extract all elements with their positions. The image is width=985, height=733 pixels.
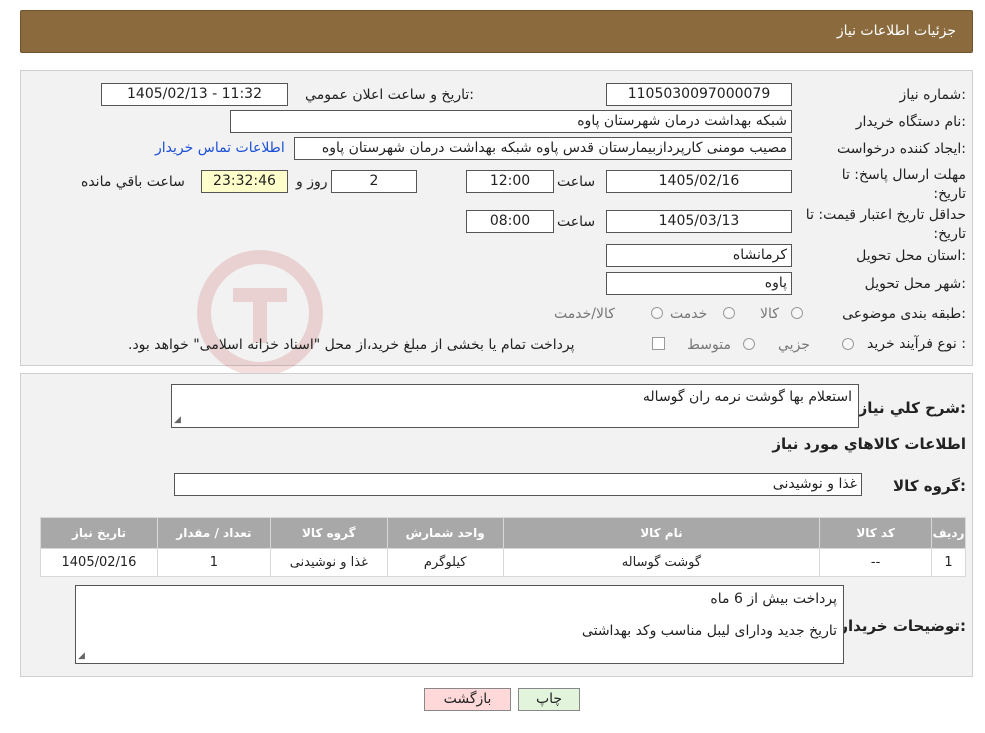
need-number-field: 1105030097000079	[606, 83, 792, 106]
creator-field: مصیب مومنی کارپردازبیمارستان قدس پاوه شب…	[294, 137, 792, 160]
table-row: 1 -- گوشت گوساله کيلوگرم غذا و نوشيدنی 1…	[40, 548, 966, 577]
buyer-notes-label: توضيحات خريدار:	[839, 617, 966, 635]
validity-label: حداقل تاريخ اعتبار قيمت: تا تاريخ:	[805, 207, 966, 242]
page-header: جزئیات اطلاعات نیاز	[20, 10, 973, 53]
process-option-medium: متوسط	[687, 337, 731, 353]
category-option-service: خدمت	[670, 306, 708, 322]
buyer-notes-line-1: پرداخت بیش از 6 ماه	[710, 591, 837, 607]
print-button[interactable]: چاپ	[518, 688, 580, 711]
province-label: استان محل تحويل:	[856, 248, 966, 264]
days-label: روز و	[296, 174, 328, 190]
category-option-goods-service: کالا/خدمت	[554, 306, 615, 322]
cell-unit: کيلوگرم	[386, 548, 504, 577]
process-label: نوع فرآيند خريد :	[867, 336, 966, 352]
province-field: کرمانشاه	[606, 244, 792, 267]
deadline-date-field: 1405/02/16	[606, 170, 792, 193]
cell-qty: 1	[156, 548, 271, 577]
buyer-notes-line-2: تاریخ جدید ودارای لیبل مناسب وکد بهداشتی	[581, 623, 837, 639]
category-radio-goods[interactable]	[791, 307, 803, 319]
col-name: نام کالا	[502, 517, 821, 549]
col-unit: واحد شمارش	[386, 517, 504, 549]
items-table: رديف کد کالا نام کالا واحد شمارش گروه کا…	[40, 517, 966, 577]
cell-group: غذا و نوشيدنی	[269, 548, 388, 577]
page-title: جزئیات اطلاعات نیاز	[836, 23, 956, 39]
announce-label: تاريخ و ساعت اعلان عمومي:	[305, 87, 474, 103]
remaining-time-field: 23:32:46	[201, 170, 288, 193]
announce-field: 1405/02/13 - 11:32	[101, 83, 288, 106]
col-group: گروه کالا	[269, 517, 388, 549]
need-number-label: شماره نیاز:	[899, 87, 966, 103]
process-radio-minor[interactable]	[842, 338, 854, 350]
group-label: گروه کالا:	[893, 477, 966, 495]
col-date: تاريخ نياز	[40, 517, 158, 549]
cell-date: 1405/02/16	[40, 548, 158, 577]
creator-label: ايجاد کننده درخواست:	[837, 141, 966, 157]
description-textarea: استعلام بها گوشت نرمه ران گوساله ◢	[171, 384, 859, 428]
col-qty: تعداد / مقدار	[156, 517, 271, 549]
buyer-field: شبکه بهداشت درمان شهرستان پاوه	[230, 110, 792, 133]
category-radio-service[interactable]	[723, 307, 735, 319]
resize-handle-icon: ◢	[174, 415, 181, 425]
table-header-row: رديف کد کالا نام کالا واحد شمارش گروه کا…	[40, 517, 966, 549]
validity-date-field: 1405/03/13	[606, 210, 792, 233]
remaining-label: ساعت باقي مانده	[81, 174, 185, 190]
days-field: 2	[331, 170, 417, 193]
items-section-title: اطلاعات کالاهاي مورد نياز	[772, 435, 966, 453]
validity-time-label: ساعت	[557, 214, 596, 230]
process-radio-medium[interactable]	[743, 338, 755, 350]
deadline-time-label: ساعت	[557, 174, 596, 190]
treasury-checkbox[interactable]	[652, 337, 665, 350]
cell-code: --	[819, 548, 933, 577]
description-text: استعلام بها گوشت نرمه ران گوساله	[642, 389, 852, 405]
col-row: رديف	[931, 517, 966, 549]
description-label: شرح کلي نياز:	[858, 399, 966, 417]
deadline-time-field: 12:00	[466, 170, 554, 193]
cell-name: گوشت گوساله	[502, 548, 821, 577]
col-code: کد کالا	[819, 517, 933, 549]
treasury-note: پرداخت تمام يا بخشی از مبلغ خريد،از محل …	[128, 337, 575, 353]
process-option-minor: جزيي	[778, 337, 810, 353]
category-option-goods: کالا	[760, 306, 779, 322]
buyer-contact-link[interactable]: اطلاعات تماس خريدار	[155, 140, 285, 156]
city-field: پاوه	[606, 272, 792, 295]
city-label: شهر محل تحويل:	[864, 276, 966, 292]
buyer-label: نام دستگاه خريدار:	[855, 114, 966, 130]
deadline-label: مهلت ارسال پاسخ: تا تاريخ:	[841, 167, 966, 202]
cell-row: 1	[931, 548, 966, 577]
resize-handle-icon: ◢	[78, 651, 85, 661]
category-radio-goods-service[interactable]	[651, 307, 663, 319]
buyer-notes-textarea: پرداخت بیش از 6 ماه تاریخ جدید ودارای لی…	[75, 585, 844, 664]
category-label: طبقه بندی موضوعی:	[842, 306, 966, 322]
validity-time-field: 08:00	[466, 210, 554, 233]
group-field: غذا و نوشيدنی	[174, 473, 862, 496]
back-button[interactable]: بازگشت	[424, 688, 511, 711]
